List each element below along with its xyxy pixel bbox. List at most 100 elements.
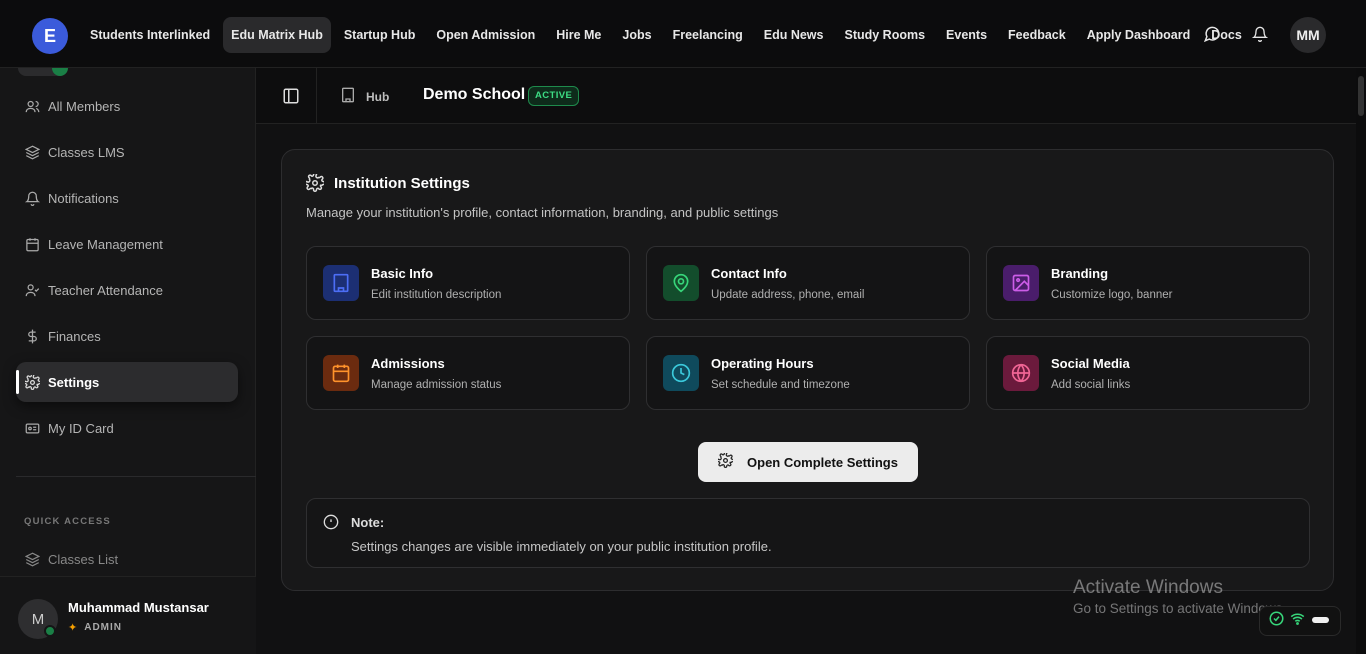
card-title: Institution Settings — [304, 172, 470, 192]
scrollbar-thumb[interactable] — [1358, 76, 1364, 116]
sidebar-item-label: Classes LMS — [48, 144, 125, 160]
chat-icon[interactable] — [1200, 22, 1224, 46]
gear-icon — [24, 374, 40, 390]
nav-item-edu-matrix-hub[interactable]: Edu Matrix Hub — [223, 17, 331, 53]
tile-title: Operating Hours — [711, 356, 814, 371]
settings-tile-branding[interactable]: Branding Customize logo, banner — [986, 246, 1310, 320]
sidebar-item-label: All Members — [48, 98, 121, 114]
status-badge: ACTIVE — [528, 86, 580, 106]
nav-item-hire-me[interactable]: Hire Me — [548, 17, 609, 53]
online-status-dot — [44, 625, 56, 637]
sidebar-item-classes-lms[interactable]: Classes LMS — [16, 132, 238, 172]
breadcrumb[interactable]: Hub — [340, 87, 389, 106]
sidebar: All Members Classes LMS Notifications Le… — [0, 68, 256, 654]
sidebar-item-label: My ID Card — [48, 420, 114, 436]
settings-tile-contact-info[interactable]: Contact Info Update address, phone, emai… — [646, 246, 970, 320]
building-icon — [323, 265, 359, 301]
tile-title: Contact Info — [711, 266, 787, 281]
page-header: Hub Demo School ACTIVE — [256, 68, 1356, 124]
nav-item-freelancing[interactable]: Freelancing — [665, 17, 751, 53]
nav-item-study-rooms[interactable]: Study Rooms — [836, 17, 933, 53]
quick-access-heading: QUICK ACCESS — [24, 516, 111, 527]
settings-tile-basic-info[interactable]: Basic Info Edit institution description — [306, 246, 630, 320]
open-complete-settings-button[interactable]: Open Complete Settings — [698, 442, 918, 482]
tile-subtitle: Add social links — [1051, 379, 1131, 391]
sparkle-icon: ✦ — [68, 622, 79, 634]
settings-tile-admissions[interactable]: Admissions Manage admission status — [306, 336, 630, 410]
nav-item-jobs[interactable]: Jobs — [614, 17, 659, 53]
top-navbar: E Students Interlinked Edu Matrix Hub St… — [0, 0, 1366, 68]
system-tray[interactable] — [1259, 606, 1341, 636]
tile-title: Admissions — [371, 356, 445, 371]
sidebar-item-label: Leave Management — [48, 236, 163, 252]
sidebar-item-my-id-card[interactable]: My ID Card — [16, 408, 238, 448]
card-title-text: Institution Settings — [334, 174, 470, 192]
user-role-label: ADMIN — [84, 622, 122, 633]
sidebar-item-label: Teacher Attendance — [48, 282, 163, 298]
tile-title: Social Media — [1051, 356, 1130, 371]
sidebar-item-finances[interactable]: Finances — [16, 316, 238, 356]
windows-watermark-title: Activate Windows — [1073, 577, 1223, 598]
nav-item-apply-dashboard[interactable]: Apply Dashboard — [1079, 17, 1199, 53]
institution-settings-card: Institution Settings Manage your institu… — [281, 149, 1334, 591]
user-role: ✦ ADMIN — [68, 621, 122, 634]
layers-icon — [24, 551, 40, 567]
clock-icon — [663, 355, 699, 391]
building-icon — [340, 87, 356, 106]
note-text: Settings changes are visible immediately… — [351, 539, 772, 554]
sidebar-user-card[interactable]: M Muhammad Mustansar ✦ ADMIN — [0, 576, 256, 654]
globe-icon — [1003, 355, 1039, 391]
nav-item-open-admission[interactable]: Open Admission — [428, 17, 543, 53]
tile-subtitle: Manage admission status — [371, 379, 502, 391]
bell-icon — [24, 190, 40, 206]
users-icon — [24, 98, 40, 114]
tile-subtitle: Customize logo, banner — [1051, 289, 1173, 301]
calendar-icon — [323, 355, 359, 391]
nav-item-startup-hub[interactable]: Startup Hub — [336, 17, 424, 53]
user-name: Muhammad Mustansar — [68, 600, 209, 615]
sidebar-item-label: Classes List — [48, 551, 119, 567]
header-divider — [316, 68, 317, 124]
info-icon — [323, 514, 339, 535]
main-nav: Students Interlinked Edu Matrix Hub Star… — [82, 17, 1255, 53]
gear-icon — [716, 451, 735, 471]
quick-access-item-classes-list[interactable]: Classes List — [16, 539, 238, 579]
settings-note: Note: Settings changes are visible immed… — [306, 498, 1310, 568]
user-check-icon — [24, 282, 40, 298]
check-circle-icon — [1269, 611, 1284, 631]
nav-item-edu-news[interactable]: Edu News — [756, 17, 832, 53]
breadcrumb-hub: Hub — [366, 89, 390, 104]
user-avatar[interactable]: MM — [1290, 17, 1326, 53]
image-icon — [1003, 265, 1039, 301]
sidebar-item-all-members[interactable]: All Members — [16, 86, 238, 126]
sidebar-divider — [16, 476, 256, 477]
open-button-label: Open Complete Settings — [747, 454, 898, 470]
dollar-icon — [24, 328, 40, 344]
app-logo[interactable]: E — [32, 18, 68, 54]
settings-tile-operating-hours[interactable]: Operating Hours Set schedule and timezon… — [646, 336, 970, 410]
sidebar-item-leave-management[interactable]: Leave Management — [16, 224, 238, 264]
battery-icon — [1311, 612, 1331, 630]
sidebar-item-settings[interactable]: Settings — [16, 362, 238, 402]
nav-item-events[interactable]: Events — [938, 17, 995, 53]
sidebar-item-notifications[interactable]: Notifications — [16, 178, 238, 218]
tile-subtitle: Set schedule and timezone — [711, 379, 850, 391]
nav-item-feedback[interactable]: Feedback — [1000, 17, 1074, 53]
calendar-icon — [24, 236, 40, 252]
logo-letter: E — [43, 25, 56, 46]
sidebar-item-label: Settings — [48, 374, 100, 390]
id-card-icon — [24, 420, 40, 436]
sidebar-toggle-icon[interactable] — [282, 87, 300, 105]
page-scrollbar[interactable] — [1356, 68, 1366, 654]
settings-tile-social-media[interactable]: Social Media Add social links — [986, 336, 1310, 410]
sidebar-item-label: Notifications — [48, 190, 119, 206]
tile-title: Basic Info — [371, 266, 434, 281]
sidebar-item-teacher-attendance[interactable]: Teacher Attendance — [16, 270, 238, 310]
map-pin-icon — [663, 265, 699, 301]
gear-icon — [304, 172, 326, 192]
card-description: Manage your institution's profile, conta… — [306, 205, 779, 220]
tile-title: Branding — [1051, 266, 1109, 281]
bell-icon[interactable] — [1248, 22, 1272, 46]
nav-item-students-interlinked[interactable]: Students Interlinked — [82, 17, 218, 53]
sidebar-item-label: Finances — [48, 328, 101, 344]
